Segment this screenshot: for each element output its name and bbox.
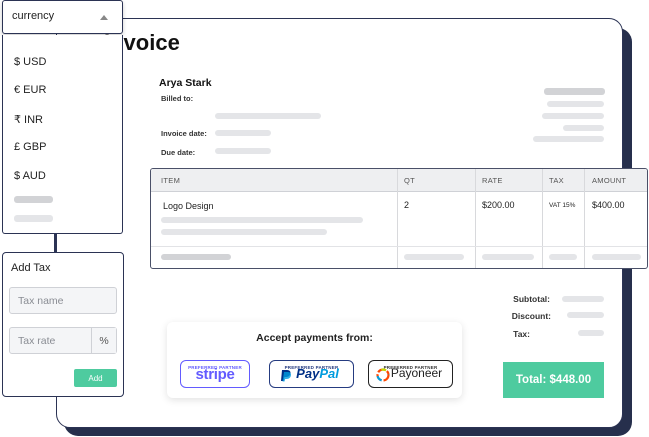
accept-payments-title: Accept payments from: <box>256 332 373 344</box>
row-item: Logo Design <box>163 201 214 211</box>
due-date-placeholder <box>215 148 271 154</box>
percent-unit: % <box>91 328 116 353</box>
total-amount-badge: Total: $448.00 <box>503 362 604 398</box>
table-header: ITEM QT RATE TAX AMOUNT <box>151 169 647 192</box>
column-divider <box>542 169 543 268</box>
paypal-partner-badge[interactable]: PREFERRED PARTNER PayPal <box>269 360 354 388</box>
line-items-table: ITEM QT RATE TAX AMOUNT Logo Design 2 $2… <box>150 168 648 269</box>
stripe-logo: stripe <box>195 366 235 383</box>
currency-option-placeholder <box>14 215 53 222</box>
subtotal-label: Subtotal: <box>513 294 550 304</box>
row-tax: VAT 15% <box>549 202 576 209</box>
currency-option-placeholder <box>14 196 53 203</box>
stripe-partner-badge[interactable]: PREFERRED PARTNER stripe <box>180 360 250 388</box>
billed-to-label: Billed to: <box>161 94 194 103</box>
company-line-2 <box>542 113 604 119</box>
column-divider <box>584 169 585 268</box>
add-tax-button[interactable]: Add <box>74 369 117 387</box>
tax-rate-input[interactable]: Tax rate % <box>9 327 117 354</box>
header-tax: TAX <box>549 176 564 185</box>
currency-option-inr[interactable]: ₹ INR <box>14 113 43 126</box>
header-amount: AMOUNT <box>592 176 627 185</box>
tax-label: Tax: <box>513 329 530 339</box>
currency-select-value: currency <box>12 10 55 22</box>
tax-rate-placeholder: Tax rate <box>18 335 56 347</box>
new-row-placeholder <box>592 254 641 260</box>
currency-option-gbp[interactable]: £ GBP <box>14 141 46 153</box>
currency-option-usd[interactable]: $ USD <box>14 56 46 68</box>
row-divider <box>151 246 647 247</box>
company-line-1 <box>547 101 604 107</box>
new-row-placeholder <box>161 254 231 260</box>
invoice-date-label: Invoice date: <box>161 129 207 138</box>
company-name-placeholder <box>544 88 605 95</box>
item-description-placeholder <box>161 217 363 223</box>
caret-up-icon <box>100 15 108 20</box>
new-row-placeholder <box>549 254 577 260</box>
item-description-placeholder <box>161 229 327 235</box>
client-address-placeholder <box>215 113 321 119</box>
currency-option-eur[interactable]: € EUR <box>14 84 46 96</box>
new-row-placeholder <box>404 254 464 260</box>
header-item: ITEM <box>161 176 181 185</box>
new-row-placeholder <box>482 254 534 260</box>
column-divider <box>475 169 476 268</box>
tax-name-placeholder: Tax name <box>18 295 64 307</box>
due-date-label: Due date: <box>161 148 196 157</box>
discount-value-placeholder <box>567 312 604 318</box>
header-qt: QT <box>404 176 416 185</box>
company-line-4 <box>533 136 604 142</box>
add-tax-panel: Add Tax Tax name Tax rate % Add <box>2 252 124 397</box>
header-rate: RATE <box>482 176 503 185</box>
payoneer-logo: Payoneer <box>390 366 443 380</box>
column-divider <box>397 169 398 268</box>
tax-value-placeholder <box>578 330 604 336</box>
payoneer-partner-badge[interactable]: PREFERRED PARTNER Payoneer <box>368 360 453 388</box>
currency-option-aud[interactable]: $ AUD <box>14 170 46 182</box>
currency-options-list: $ USD € EUR ₹ INR £ GBP $ AUD <box>2 35 123 234</box>
panel-connector <box>54 233 56 253</box>
accept-payments-box: Accept payments from: PREFERRED PARTNER … <box>167 322 462 398</box>
subtotal-value-placeholder <box>562 296 604 302</box>
client-name: Arya Stark <box>159 77 212 89</box>
row-amount: $400.00 <box>592 200 625 210</box>
currency-select[interactable]: currency <box>2 0 123 34</box>
paypal-logo: PayPal <box>296 366 339 381</box>
row-qt: 2 <box>404 200 410 210</box>
row-rate: $200.00 <box>482 200 515 210</box>
company-line-3 <box>563 125 604 131</box>
invoice-date-placeholder <box>215 130 271 136</box>
add-tax-title: Add Tax <box>11 262 51 274</box>
tax-name-input[interactable]: Tax name <box>9 287 117 314</box>
discount-label: Discount: <box>511 311 551 321</box>
